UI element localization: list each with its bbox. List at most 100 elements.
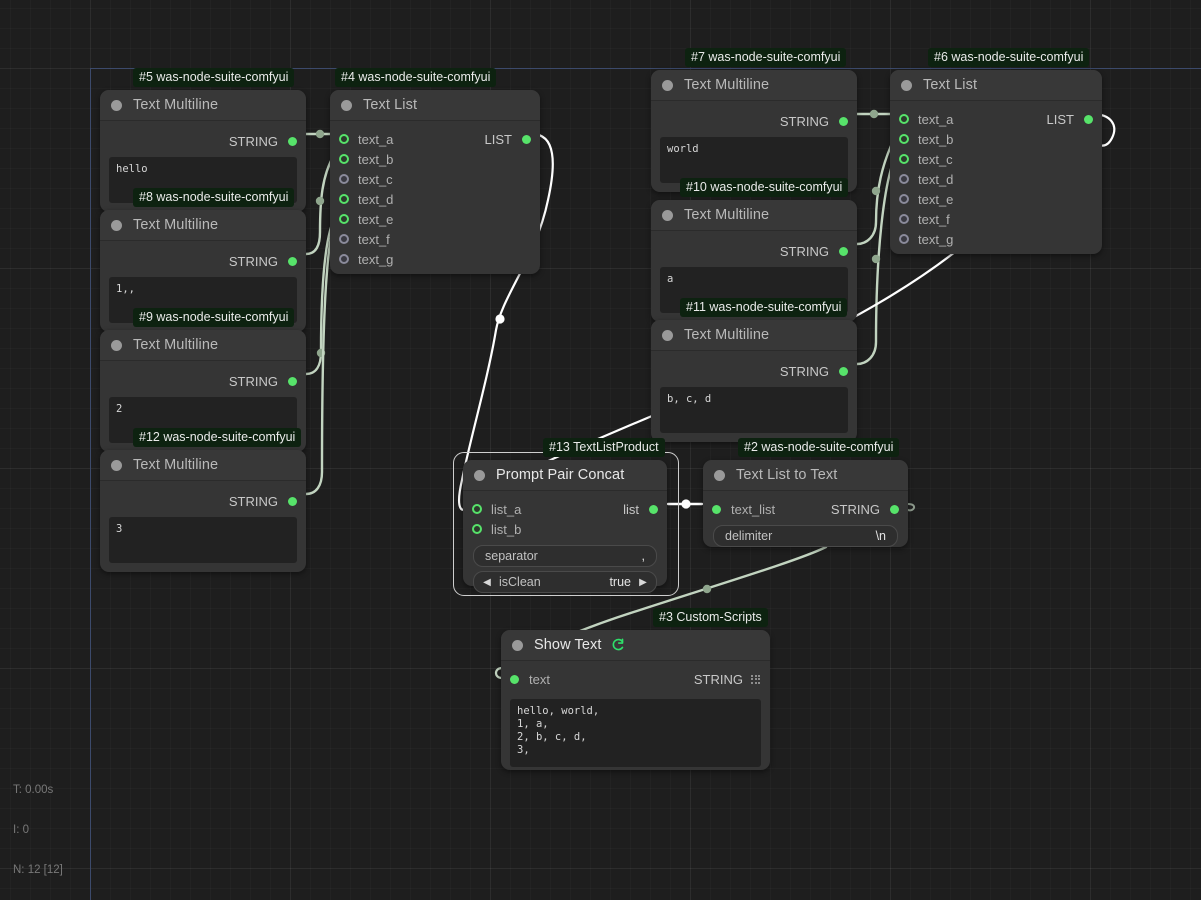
node-titlebar[interactable]: Prompt Pair Concat: [463, 460, 667, 491]
input-slot-text-d[interactable]: text_d: [330, 189, 540, 209]
node-titlebar[interactable]: Text Multiline: [100, 330, 306, 361]
node-titlebar[interactable]: Text Multiline: [100, 90, 306, 121]
input-slot-text-d[interactable]: text_d: [890, 169, 1102, 189]
output-slot-string[interactable]: STRING: [651, 361, 857, 381]
node-badge: #11 was-node-suite-comfyui: [680, 298, 848, 317]
output-slot-string[interactable]: STRING: [479, 669, 770, 689]
output-slot-string[interactable]: STRING: [679, 499, 908, 519]
output-slot-string[interactable]: STRING: [651, 241, 857, 261]
input-slot-text-e[interactable]: text_e: [890, 189, 1102, 209]
text-output-value[interactable]: hello, world, 1, a, 2, b, c, d, 3,: [510, 699, 761, 767]
collapse-dot-icon[interactable]: [111, 459, 122, 471]
node-text-multiline-7[interactable]: #7 was-node-suite-comfyui Text Multiline…: [651, 48, 857, 192]
node-titlebar[interactable]: Text Multiline: [100, 210, 306, 241]
input-port-icon[interactable]: [339, 234, 349, 244]
output-port-icon[interactable]: [649, 504, 658, 514]
stat-nodes: N: 12 [12]: [13, 863, 63, 876]
input-slot-text-b[interactable]: text_b: [890, 129, 1102, 149]
node-titlebar[interactable]: Text Multiline: [100, 450, 306, 481]
collapse-dot-icon[interactable]: [341, 99, 352, 111]
input-slot-text-g[interactable]: text_g: [890, 229, 1102, 249]
node-text-list-4[interactable]: #4 was-node-suite-comfyui Text List text…: [330, 68, 540, 274]
input-port-icon[interactable]: [899, 174, 909, 184]
chevron-left-icon[interactable]: ◀: [480, 577, 494, 588]
collapse-dot-icon[interactable]: [901, 79, 912, 91]
node-titlebar[interactable]: Show Text: [501, 630, 770, 661]
input-slot-text-f[interactable]: text_f: [890, 209, 1102, 229]
output-slot-list[interactable]: LIST: [866, 109, 1102, 129]
node-titlebar[interactable]: Text List to Text: [703, 460, 908, 491]
refresh-icon[interactable]: [610, 637, 625, 653]
output-port-icon[interactable]: [839, 366, 848, 376]
input-slot-text-c[interactable]: text_c: [330, 169, 540, 189]
collapse-dot-icon[interactable]: [662, 209, 673, 221]
output-slot-string[interactable]: STRING: [100, 371, 306, 391]
collapse-dot-icon[interactable]: [111, 99, 122, 111]
node-prompt-pair-concat-13[interactable]: #13 TextListProduct Prompt Pair Concat l…: [463, 438, 667, 593]
output-port-icon[interactable]: [839, 246, 848, 256]
input-slot-label: text_b: [918, 131, 954, 147]
input-slot-text-b[interactable]: text_b: [330, 149, 540, 169]
input-port-icon[interactable]: [472, 524, 482, 534]
chevron-right-icon[interactable]: ▶: [636, 577, 650, 588]
output-port-icon[interactable]: [522, 134, 531, 144]
collapse-dot-icon[interactable]: [662, 79, 673, 91]
input-port-icon[interactable]: [899, 154, 909, 164]
output-port-icon[interactable]: [288, 256, 297, 266]
node-text-multiline-11[interactable]: #11 was-node-suite-comfyui Text Multilin…: [651, 298, 857, 442]
collapse-dot-icon[interactable]: [111, 339, 122, 351]
output-port-icon[interactable]: [890, 504, 899, 514]
input-port-icon[interactable]: [899, 214, 909, 224]
grip-dots-icon[interactable]: [751, 674, 760, 684]
output-port-icon[interactable]: [1084, 114, 1093, 124]
collapse-dot-icon[interactable]: [512, 639, 523, 651]
input-port-icon[interactable]: [339, 214, 349, 224]
node-badge: #12 was-node-suite-comfyui: [133, 428, 302, 447]
output-slot-string[interactable]: STRING: [651, 111, 857, 131]
input-port-icon[interactable]: [339, 254, 349, 264]
widget-separator[interactable]: separator ,: [473, 545, 657, 567]
input-slot-text-e[interactable]: text_e: [330, 209, 540, 229]
output-slot-list[interactable]: LIST: [306, 129, 540, 149]
widget-isclean[interactable]: ◀ isClean true ▶: [473, 571, 657, 593]
collapse-dot-icon[interactable]: [662, 329, 673, 341]
output-slot-string[interactable]: STRING: [100, 251, 306, 271]
input-slot-text-g[interactable]: text_g: [330, 249, 540, 269]
input-port-icon[interactable]: [339, 174, 349, 184]
node-text-multiline-12[interactable]: #12 was-node-suite-comfyui Text Multilin…: [100, 428, 306, 572]
node-text-list-to-text-2[interactable]: #2 was-node-suite-comfyui Text List to T…: [703, 438, 908, 547]
input-slot-list-b[interactable]: list_b: [463, 519, 667, 539]
input-port-icon[interactable]: [339, 194, 349, 204]
node-title-label: Text Multiline: [133, 457, 219, 473]
output-port-icon[interactable]: [288, 496, 297, 506]
input-port-icon[interactable]: [899, 194, 909, 204]
output-port-icon[interactable]: [839, 116, 848, 126]
output-slot-string[interactable]: STRING: [100, 131, 306, 151]
output-slot-label: STRING: [228, 253, 278, 269]
output-slot-list[interactable]: list: [439, 499, 667, 519]
input-port-icon[interactable]: [339, 154, 349, 164]
node-titlebar[interactable]: Text Multiline: [651, 70, 857, 101]
input-slot-text-c[interactable]: text_c: [890, 149, 1102, 169]
input-port-icon[interactable]: [899, 234, 909, 244]
output-slot-string[interactable]: STRING: [100, 491, 306, 511]
collapse-dot-icon[interactable]: [474, 469, 485, 481]
node-titlebar[interactable]: Text List: [330, 90, 540, 121]
collapse-dot-icon[interactable]: [111, 219, 122, 231]
node-graph-canvas[interactable]: #5 was-node-suite-comfyui Text Multiline…: [0, 0, 1201, 900]
text-widget-value[interactable]: world: [660, 137, 848, 183]
node-text-list-6[interactable]: #6 was-node-suite-comfyui Text List text…: [890, 48, 1102, 254]
node-titlebar[interactable]: Text Multiline: [651, 320, 857, 351]
collapse-dot-icon[interactable]: [714, 469, 725, 481]
output-port-icon[interactable]: [288, 376, 297, 386]
text-widget-value[interactable]: b, c, d: [660, 387, 848, 433]
node-titlebar[interactable]: Text List: [890, 70, 1102, 101]
node-show-text-3[interactable]: #3 Custom-Scripts Show Text text STRING: [501, 608, 770, 770]
text-widget-value[interactable]: 3: [109, 517, 297, 563]
input-port-icon[interactable]: [899, 134, 909, 144]
node-badge: #13 TextListProduct: [543, 438, 665, 457]
node-titlebar[interactable]: Text Multiline: [651, 200, 857, 231]
output-port-icon[interactable]: [288, 136, 297, 146]
input-slot-text-f[interactable]: text_f: [330, 229, 540, 249]
widget-delimiter[interactable]: delimiter \n: [713, 525, 898, 547]
